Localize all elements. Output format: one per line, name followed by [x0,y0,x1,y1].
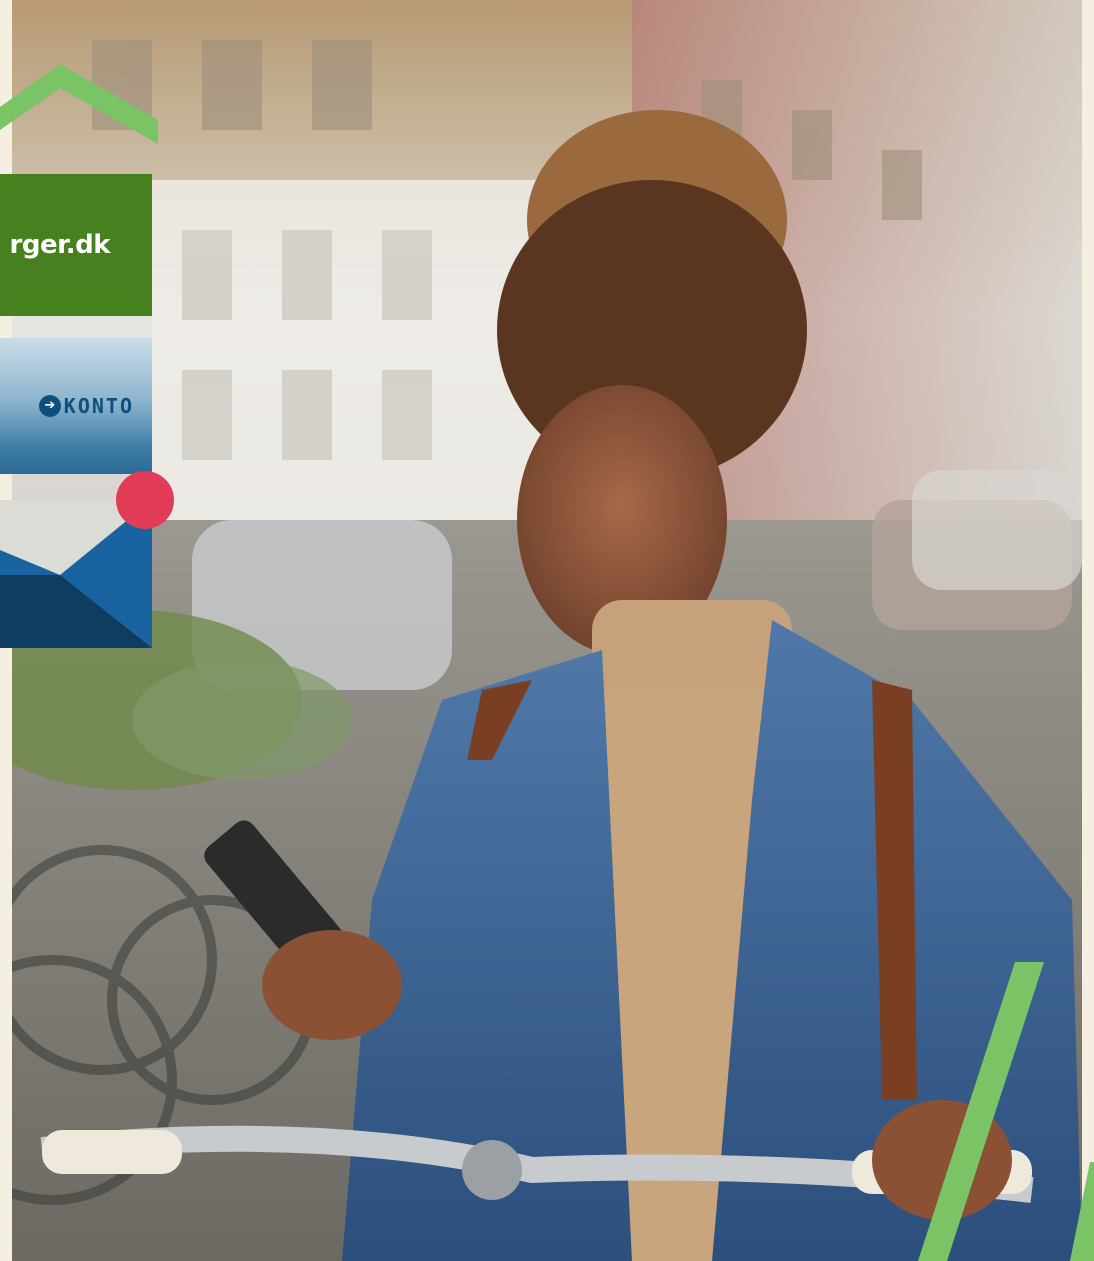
notification-badge [116,471,174,529]
chevron-decoration [0,64,158,144]
borger-dk-tile[interactable]: rger.dk [0,174,152,316]
nemkonto-label: KONTO [63,394,134,418]
borger-dk-logo: rger.dk [9,230,111,260]
nemkonto-tile[interactable]: ➔ KONTO [0,338,152,474]
nemkonto-logo: ➔ KONTO [38,394,134,418]
arrow-right-icon: ➔ [38,395,61,417]
slash-decoration [918,962,1094,1261]
